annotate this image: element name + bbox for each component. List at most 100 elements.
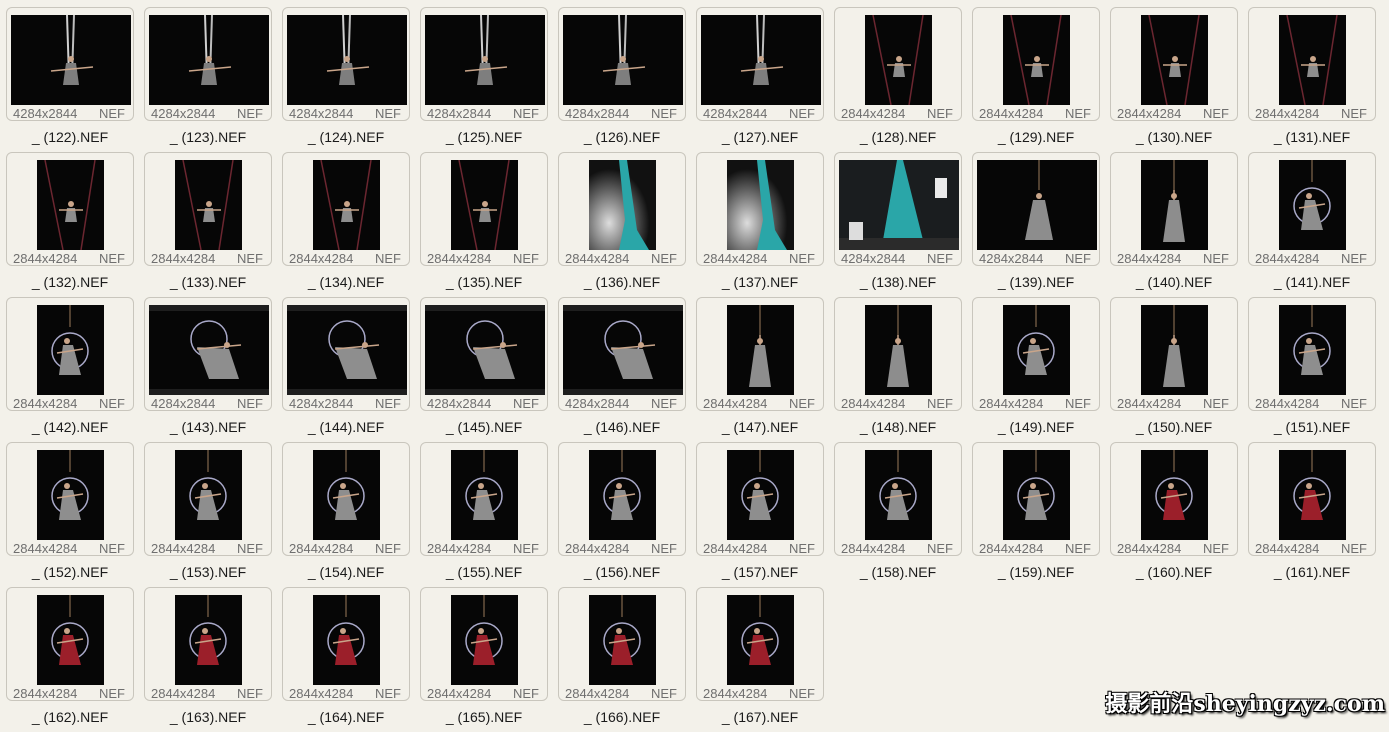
file-item[interactable]: 2844x4284 NEF _ (147).NEF [696, 297, 826, 442]
file-name-label[interactable]: _ (134).NEF [282, 274, 410, 290]
file-thumbnail-card[interactable]: 2844x4284 NEF [6, 587, 134, 701]
file-thumbnail-card[interactable]: 2844x4284 NEF [282, 152, 410, 266]
file-thumbnail-card[interactable]: 2844x4284 NEF [834, 442, 962, 556]
file-item[interactable]: 4284x2844 NEF _ (122).NEF [6, 7, 136, 152]
file-item[interactable]: 2844x4284 NEF _ (165).NEF [420, 587, 550, 732]
file-name-label[interactable]: _ (158).NEF [834, 564, 962, 580]
file-thumbnail-card[interactable]: 2844x4284 NEF [144, 442, 272, 556]
file-item[interactable]: 2844x4284 NEF _ (167).NEF [696, 587, 826, 732]
file-thumbnail-card[interactable]: 4284x2844 NEF [144, 7, 272, 121]
file-name-label[interactable]: _ (140).NEF [1110, 274, 1238, 290]
file-name-label[interactable]: _ (128).NEF [834, 129, 962, 145]
file-name-label[interactable]: _ (160).NEF [1110, 564, 1238, 580]
file-item[interactable]: 2844x4284 NEF _ (159).NEF [972, 442, 1102, 587]
file-item[interactable]: 2844x4284 NEF _ (140).NEF [1110, 152, 1240, 297]
file-name-label[interactable]: _ (156).NEF [558, 564, 686, 580]
file-thumbnail-card[interactable]: 4284x2844 NEF [420, 297, 548, 411]
file-item[interactable]: 4284x2844 NEF _ (144).NEF [282, 297, 412, 442]
file-thumbnail-card[interactable]: 4284x2844 NEF [558, 297, 686, 411]
file-item[interactable]: 2844x4284 NEF _ (164).NEF [282, 587, 412, 732]
file-thumbnail-card[interactable]: 4284x2844 NEF [282, 7, 410, 121]
file-item[interactable]: 4284x2844 NEF _ (145).NEF [420, 297, 550, 442]
file-thumbnail-card[interactable]: 2844x4284 NEF [696, 587, 824, 701]
file-name-label[interactable]: _ (137).NEF [696, 274, 824, 290]
file-name-label[interactable]: _ (152).NEF [6, 564, 134, 580]
file-thumbnail-card[interactable]: 2844x4284 NEF [558, 442, 686, 556]
file-name-label[interactable]: _ (162).NEF [6, 709, 134, 725]
file-item[interactable]: 2844x4284 NEF _ (137).NEF [696, 152, 826, 297]
file-item[interactable]: 4284x2844 NEF _ (143).NEF [144, 297, 274, 442]
file-thumbnail-card[interactable]: 2844x4284 NEF [1248, 7, 1376, 121]
file-name-label[interactable]: _ (153).NEF [144, 564, 272, 580]
file-name-label[interactable]: _ (166).NEF [558, 709, 686, 725]
file-thumbnail-card[interactable]: 2844x4284 NEF [834, 297, 962, 411]
file-item[interactable]: 2844x4284 NEF _ (152).NEF [6, 442, 136, 587]
file-name-label[interactable]: _ (141).NEF [1248, 274, 1376, 290]
file-item[interactable]: 2844x4284 NEF _ (154).NEF [282, 442, 412, 587]
file-thumbnail-card[interactable]: 2844x4284 NEF [420, 587, 548, 701]
file-thumbnail-card[interactable]: 2844x4284 NEF [834, 7, 962, 121]
file-thumbnail-card[interactable]: 2844x4284 NEF [696, 297, 824, 411]
file-name-label[interactable]: _ (122).NEF [6, 129, 134, 145]
file-item[interactable]: 4284x2844 NEF _ (146).NEF [558, 297, 688, 442]
file-thumbnail-card[interactable]: 2844x4284 NEF [1110, 152, 1238, 266]
file-item[interactable]: 2844x4284 NEF _ (148).NEF [834, 297, 964, 442]
file-name-label[interactable]: _ (132).NEF [6, 274, 134, 290]
file-item[interactable]: 2844x4284 NEF _ (131).NEF [1248, 7, 1378, 152]
file-item[interactable]: 2844x4284 NEF _ (133).NEF [144, 152, 274, 297]
file-name-label[interactable]: _ (165).NEF [420, 709, 548, 725]
file-name-label[interactable]: _ (129).NEF [972, 129, 1100, 145]
file-thumbnail-card[interactable]: 2844x4284 NEF [1248, 442, 1376, 556]
file-name-label[interactable]: _ (163).NEF [144, 709, 272, 725]
file-thumbnail-card[interactable]: 2844x4284 NEF [282, 587, 410, 701]
file-thumbnail-card[interactable]: 2844x4284 NEF [144, 587, 272, 701]
file-name-label[interactable]: _ (143).NEF [144, 419, 272, 435]
file-item[interactable]: 2844x4284 NEF _ (149).NEF [972, 297, 1102, 442]
file-thumbnail-card[interactable]: 2844x4284 NEF [420, 152, 548, 266]
file-thumbnail-card[interactable]: 4284x2844 NEF [972, 152, 1100, 266]
file-item[interactable]: 2844x4284 NEF _ (130).NEF [1110, 7, 1240, 152]
file-name-label[interactable]: _ (131).NEF [1248, 129, 1376, 145]
file-name-label[interactable]: _ (130).NEF [1110, 129, 1238, 145]
file-item[interactable]: 2844x4284 NEF _ (156).NEF [558, 442, 688, 587]
file-name-label[interactable]: _ (126).NEF [558, 129, 686, 145]
file-item[interactable]: 2844x4284 NEF _ (128).NEF [834, 7, 964, 152]
file-item[interactable]: 2844x4284 NEF _ (129).NEF [972, 7, 1102, 152]
file-thumbnail-card[interactable]: 2844x4284 NEF [1248, 152, 1376, 266]
file-thumbnail-card[interactable]: 2844x4284 NEF [696, 152, 824, 266]
file-item[interactable]: 2844x4284 NEF _ (136).NEF [558, 152, 688, 297]
file-item[interactable]: 2844x4284 NEF _ (132).NEF [6, 152, 136, 297]
file-item[interactable]: 4284x2844 NEF _ (138).NEF [834, 152, 964, 297]
file-thumbnail-card[interactable]: 2844x4284 NEF [6, 442, 134, 556]
file-name-label[interactable]: _ (154).NEF [282, 564, 410, 580]
file-thumbnail-card[interactable]: 2844x4284 NEF [6, 152, 134, 266]
file-name-label[interactable]: _ (135).NEF [420, 274, 548, 290]
file-name-label[interactable]: _ (144).NEF [282, 419, 410, 435]
file-name-label[interactable]: _ (145).NEF [420, 419, 548, 435]
file-thumbnail-card[interactable]: 2844x4284 NEF [972, 297, 1100, 411]
file-name-label[interactable]: _ (155).NEF [420, 564, 548, 580]
file-item[interactable]: 4284x2844 NEF _ (127).NEF [696, 7, 826, 152]
file-item[interactable]: 4284x2844 NEF _ (139).NEF [972, 152, 1102, 297]
file-thumbnail-card[interactable]: 2844x4284 NEF [282, 442, 410, 556]
file-name-label[interactable]: _ (139).NEF [972, 274, 1100, 290]
file-thumbnail-card[interactable]: 2844x4284 NEF [420, 442, 548, 556]
file-name-label[interactable]: _ (142).NEF [6, 419, 134, 435]
file-thumbnail-card[interactable]: 4284x2844 NEF [696, 7, 824, 121]
file-thumbnail-card[interactable]: 2844x4284 NEF [1248, 297, 1376, 411]
file-name-label[interactable]: _ (159).NEF [972, 564, 1100, 580]
file-item[interactable]: 2844x4284 NEF _ (163).NEF [144, 587, 274, 732]
file-name-label[interactable]: _ (124).NEF [282, 129, 410, 145]
file-item[interactable]: 2844x4284 NEF _ (134).NEF [282, 152, 412, 297]
file-thumbnail-card[interactable]: 2844x4284 NEF [6, 297, 134, 411]
file-item[interactable]: 2844x4284 NEF _ (166).NEF [558, 587, 688, 732]
file-name-label[interactable]: _ (167).NEF [696, 709, 824, 725]
file-name-label[interactable]: _ (157).NEF [696, 564, 824, 580]
file-thumbnail-card[interactable]: 2844x4284 NEF [144, 152, 272, 266]
file-item[interactable]: 2844x4284 NEF _ (161).NEF [1248, 442, 1378, 587]
file-item[interactable]: 2844x4284 NEF _ (160).NEF [1110, 442, 1240, 587]
file-thumbnail-card[interactable]: 2844x4284 NEF [1110, 297, 1238, 411]
file-item[interactable]: 4284x2844 NEF _ (124).NEF [282, 7, 412, 152]
file-name-label[interactable]: _ (150).NEF [1110, 419, 1238, 435]
file-item[interactable]: 2844x4284 NEF _ (151).NEF [1248, 297, 1378, 442]
